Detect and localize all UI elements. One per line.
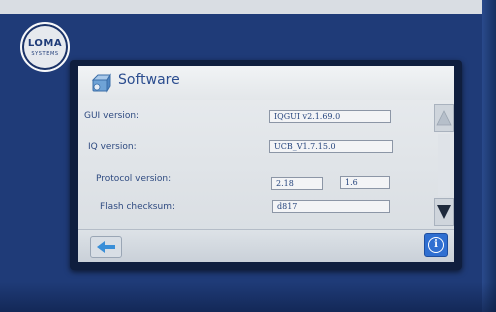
scroll-track[interactable]: [438, 134, 450, 196]
protocol-version-field-1: 2.18: [271, 177, 323, 190]
logo-subtext: SYSTEMS: [31, 51, 59, 57]
info-icon: i: [428, 237, 444, 253]
protocol-version-field-2: 1.6: [340, 176, 390, 189]
flash-checksum-field: d817: [272, 200, 390, 213]
cabinet-bottom-shade: [0, 282, 496, 312]
gui-version-label: GUI version:: [84, 111, 140, 121]
info-button[interactable]: i: [424, 233, 448, 257]
triangle-up-icon: [436, 110, 452, 126]
page-title: Software: [118, 72, 180, 88]
cabinet-side-edge: [482, 0, 496, 312]
cabinet-top-edge: [0, 0, 496, 14]
scroll-down-button[interactable]: [434, 198, 454, 226]
footer-bar: i: [78, 229, 454, 262]
iq-version-label: IQ version:: [88, 142, 137, 152]
page-header: Software: [78, 66, 454, 100]
logo-text: LOMA: [27, 38, 63, 49]
loma-logo: LOMA SYSTEMS: [20, 22, 70, 72]
scroll-up-button[interactable]: [434, 104, 454, 132]
triangle-down-icon: [437, 205, 451, 219]
flash-checksum-label: Flash checksum:: [100, 202, 175, 212]
protocol-version-label: Protocol version:: [96, 174, 172, 184]
touch-screen: Software GUI version: IQGUI v2.1.69.0 IQ…: [78, 66, 454, 262]
back-button[interactable]: [90, 236, 122, 258]
iq-version-field: UCB_V1.7.15.0: [269, 140, 393, 153]
gui-version-field: IQGUI v2.1.69.0: [269, 110, 391, 123]
software-package-icon: [91, 73, 111, 93]
arrow-left-icon: [97, 241, 115, 253]
